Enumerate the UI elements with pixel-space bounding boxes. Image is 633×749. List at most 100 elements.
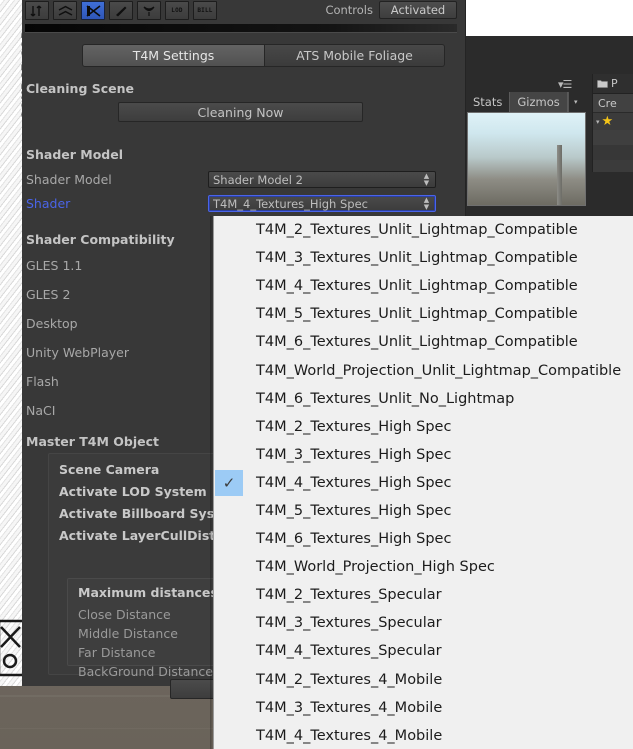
project-row[interactable]: [593, 145, 633, 160]
dropdown-item[interactable]: T4M_World_Projection_Unlit_Lightmap_Comp…: [214, 356, 633, 384]
master-t4m-object-header: Master T4M Object: [26, 434, 160, 449]
chevron-updown-icon: ▲ ▼: [423, 195, 430, 211]
dropdown-item-label: T4M_2_Textures_4_Mobile: [256, 671, 443, 688]
dropdown-item[interactable]: T4M_4_Textures_4_Mobile: [214, 722, 633, 749]
chevron-down-icon[interactable]: ▾: [567, 92, 583, 112]
project-row[interactable]: [593, 130, 633, 145]
dropdown-item-label: T4M_World_Projection_Unlit_Lightmap_Comp…: [256, 362, 622, 379]
create-button-label: Cre: [598, 96, 617, 110]
shader-dropdown[interactable]: T4M_4_Textures_High Spec ▲ ▼: [208, 195, 436, 212]
distance-row-close: Close Distance: [78, 607, 171, 622]
project-tab-label: P: [611, 77, 618, 90]
controls-group: Controls Activated: [325, 0, 457, 19]
dropdown-item[interactable]: T4M_4_Textures_Specular: [214, 637, 633, 665]
scene-view-toolbar: Stats Gizmos ▾: [466, 92, 586, 112]
cleaning-scene-header: Cleaning Scene: [26, 81, 135, 96]
dropdown-item[interactable]: T4M_5_Textures_High Spec: [214, 497, 633, 525]
dropdown-item-label: T4M_2_Textures_Unlit_Lightmap_Compatible: [256, 222, 578, 239]
section-divider: [25, 24, 457, 33]
shader-model-header: Shader Model: [26, 147, 124, 162]
billboard-settings-icon[interactable]: BILL: [193, 1, 217, 20]
dropdown-item[interactable]: T4M_2_Textures_4_Mobile: [214, 666, 633, 694]
dropdown-item[interactable]: T4M_3_Textures_4_Mobile: [214, 694, 633, 722]
bill-label: BILL: [197, 7, 213, 14]
check-slot: [215, 526, 243, 552]
dropdown-item-label: T4M_3_Textures_High Spec: [256, 446, 452, 463]
terrain-mode-toolbar: LOD BILL: [25, 0, 217, 20]
dropdown-item[interactable]: T4M_5_Textures_Unlit_Lightmap_Compatible: [214, 300, 633, 328]
dropdown-item[interactable]: T4M_6_Textures_Unlit_No_Lightmap: [214, 385, 633, 413]
raise-lower-icon[interactable]: [25, 1, 49, 20]
dropdown-item-label: T4M_3_Textures_Unlit_Lightmap_Compatible: [256, 250, 578, 267]
project-panel: P Cre ▾ ★: [592, 74, 633, 172]
dropdown-item-label: T4M_6_Textures_High Spec: [256, 531, 452, 548]
compat-row-naci: NaCI: [26, 403, 56, 418]
dropdown-item-label: T4M_2_Textures_High Spec: [256, 418, 452, 435]
check-slot: [215, 301, 243, 327]
dropdown-item[interactable]: T4M_2_Textures_Unlit_Lightmap_Compatible: [214, 216, 633, 244]
dropdown-item-label: T4M_4_Textures_Unlit_Lightmap_Compatible: [256, 278, 578, 295]
lod-settings-icon[interactable]: LOD: [165, 1, 189, 20]
chevron-updown-icon: ▲ ▼: [423, 171, 430, 187]
check-icon: ✓: [215, 469, 243, 496]
distance-row-background: BackGround Distance: [78, 664, 213, 679]
logo-watermark-icon: [0, 619, 22, 677]
settings-tab-row: T4M Settings ATS Mobile Foliage: [82, 44, 445, 67]
compat-row-unity-webplayer: Unity WebPlayer: [26, 345, 129, 360]
dropdown-item[interactable]: T4M_6_Textures_High Spec: [214, 525, 633, 553]
tab-stats[interactable]: Stats: [466, 92, 509, 112]
chevron-down-icon[interactable]: ▾: [596, 118, 600, 126]
dropdown-item[interactable]: T4M_2_Textures_Specular: [214, 581, 633, 609]
shader-label[interactable]: Shader: [26, 196, 70, 211]
smooth-height-icon[interactable]: [53, 1, 77, 20]
shader-model-dropdown[interactable]: Shader Model 2 ▲ ▼: [208, 171, 436, 188]
compat-row-desktop: Desktop: [26, 316, 78, 331]
paint-detail-icon[interactable]: [109, 1, 133, 20]
shader-value: T4M_4_Textures_High Spec: [213, 196, 369, 211]
tab-t4m-settings[interactable]: T4M Settings: [82, 44, 265, 67]
master-row-activate-layercull: Activate LayerCullDist: [59, 528, 216, 543]
dropdown-item[interactable]: T4M_2_Textures_High Spec: [214, 413, 633, 441]
shader-compatibility-header: Shader Compatibility: [26, 232, 175, 247]
check-slot: [215, 610, 243, 636]
dropdown-item[interactable]: T4M_6_Textures_Unlit_Lightmap_Compatible: [214, 328, 633, 356]
distance-row-far: Far Distance: [78, 645, 156, 660]
dropdown-item[interactable]: ✓ T4M_4_Textures_High Spec: [214, 469, 633, 497]
dropdown-item[interactable]: T4M_3_Textures_High Spec: [214, 441, 633, 469]
dropdown-item-label: T4M_World_Projection_High Spec: [256, 559, 495, 576]
dropdown-item-label: T4M_4_Textures_Specular: [256, 643, 442, 660]
dropdown-item[interactable]: T4M_World_Projection_High Spec: [214, 553, 633, 581]
project-create-bar[interactable]: Cre: [593, 94, 633, 113]
dropdown-item[interactable]: T4M_4_Textures_Unlit_Lightmap_Compatible: [214, 272, 633, 300]
hamburger-menu-icon[interactable]: ▾☰: [558, 78, 572, 91]
shader-options-dropdown[interactable]: T4M_2_Textures_Unlit_Lightmap_Compatible…: [213, 216, 633, 749]
check-slot: [215, 723, 243, 749]
project-panel-tabbar[interactable]: P: [593, 74, 633, 94]
dropdown-item[interactable]: T4M_3_Textures_Unlit_Lightmap_Compatible: [214, 244, 633, 272]
place-tree-icon[interactable]: [137, 1, 161, 20]
dropdown-item[interactable]: T4M_3_Textures_Specular: [214, 609, 633, 637]
check-slot: [215, 667, 243, 693]
tab-gizmos[interactable]: Gizmos: [509, 92, 568, 112]
check-slot: [215, 329, 243, 355]
dropdown-item-label: T4M_5_Textures_Unlit_Lightmap_Compatible: [256, 306, 578, 323]
source-code-watermark: SOURCE COD: [0, 0, 22, 686]
controls-label: Controls: [325, 2, 373, 17]
check-slot: [215, 386, 243, 412]
compat-row-flash: Flash: [26, 374, 59, 389]
master-row-scene-camera: Scene Camera: [59, 462, 160, 477]
dropdown-item-label: T4M_6_Textures_Unlit_No_Lightmap: [256, 390, 515, 407]
scene-object-pole: [557, 145, 562, 205]
activated-button[interactable]: Activated: [379, 0, 457, 19]
check-slot: [215, 582, 243, 608]
check-slot: [215, 498, 243, 524]
project-favorites-row[interactable]: ▾ ★: [593, 113, 633, 130]
tab-ats-mobile-foliage[interactable]: ATS Mobile Foliage: [265, 44, 445, 67]
cleaning-now-button[interactable]: Cleaning Now: [118, 102, 363, 122]
scene-view-viewport[interactable]: [467, 112, 586, 206]
dropdown-item-label: T4M_3_Textures_4_Mobile: [256, 699, 443, 716]
paint-texture-icon[interactable]: [81, 1, 105, 20]
check-slot: [215, 245, 243, 271]
watermark-label: SOURCE COD: [19, 28, 22, 119]
check-slot: [215, 414, 243, 440]
